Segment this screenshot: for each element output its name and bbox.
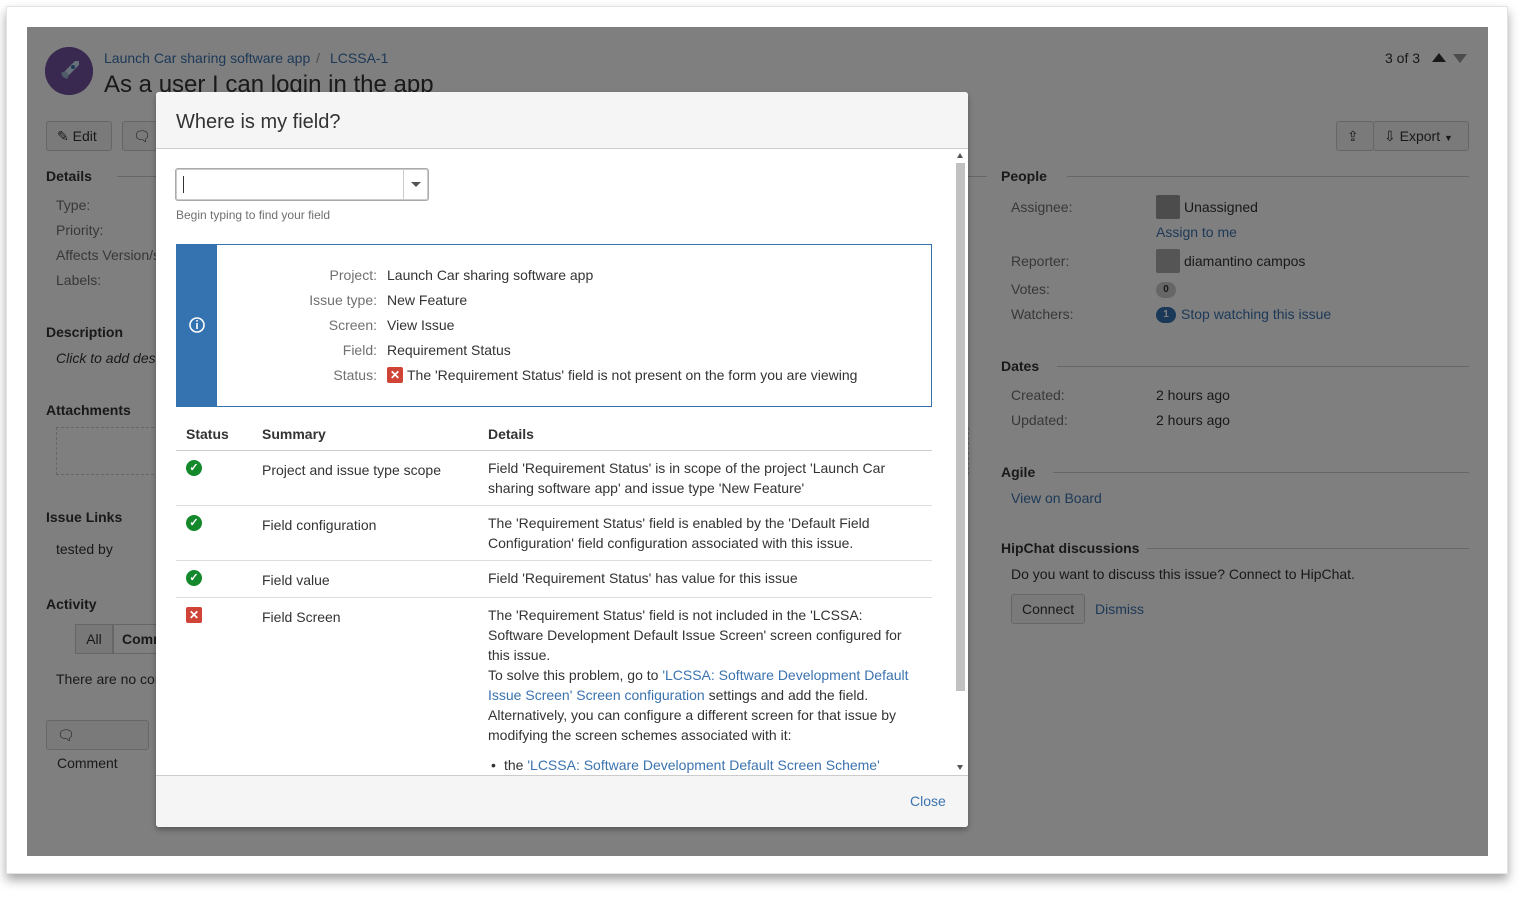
info-field-label: Field:	[342, 342, 377, 358]
dropdown-toggle[interactable]	[403, 170, 427, 199]
where-is-my-field-dialog: Where is my field? Begin typing to find …	[156, 92, 968, 827]
info-issue-type-value: New Feature	[387, 292, 468, 308]
check-circle-icon: ✓	[186, 460, 202, 476]
check-circle-icon: ✓	[186, 570, 202, 586]
row-summary: Field value	[262, 572, 330, 588]
dialog-body: Begin typing to find your field Project:…	[156, 149, 968, 775]
chevron-down-icon	[411, 182, 421, 187]
row-details: The 'Requirement Status' field is enable…	[488, 515, 870, 551]
field-screen-solution-text: To solve this problem, go to 'LCSSA: Sof…	[488, 665, 918, 705]
screenshot-frame: Launch Car sharing software app / LCSSA-…	[6, 6, 1508, 874]
row-details: Field 'Requirement Status' has value for…	[488, 570, 798, 586]
solution-suffix: settings and add the field.	[704, 687, 869, 703]
issue-page: Launch Car sharing software app / LCSSA-…	[27, 27, 1488, 856]
field-search-combobox[interactable]	[176, 169, 428, 200]
screen-scheme-list-item: • the 'LCSSA: Software Development Defau…	[488, 755, 918, 775]
info-status-value: The 'Requirement Status' field is not pr…	[407, 367, 858, 383]
field-screen-problem-text: The 'Requirement Status' field is not in…	[488, 607, 902, 663]
field-search-input[interactable]	[181, 174, 399, 195]
field-info-panel: Project: Launch Car sharing software app…	[176, 244, 932, 407]
field-screen-alternative-text: Alternatively, you can configure a diffe…	[488, 707, 897, 743]
screen-scheme-link[interactable]: 'LCSSA: Software Development Default Scr…	[527, 757, 879, 773]
error-icon: ✕	[387, 367, 403, 383]
row-summary: Field configuration	[262, 517, 377, 533]
bullet: •	[491, 757, 496, 773]
error-icon: ✕	[186, 607, 202, 623]
field-search-hint: Begin typing to find your field	[176, 208, 331, 222]
info-field-value: Requirement Status	[387, 342, 511, 358]
col-header-details: Details	[488, 426, 534, 442]
text-caret	[183, 176, 184, 193]
dialog-footer: Close	[156, 775, 968, 827]
solution-prefix: To solve this problem, go to	[488, 667, 663, 683]
info-project-value: Launch Car sharing software app	[387, 267, 594, 283]
dialog-header: Where is my field?	[156, 92, 968, 149]
dialog-title: Where is my field?	[176, 111, 341, 133]
row-summary: Field Screen	[262, 609, 341, 625]
row-summary: Project and issue type scope	[262, 462, 441, 478]
dialog-scrollbar[interactable]	[955, 151, 966, 773]
info-project-label: Project:	[329, 267, 377, 283]
row-details: The 'Requirement Status' field is not in…	[488, 605, 918, 775]
info-issue-type-label: Issue type:	[309, 292, 377, 308]
scroll-down-icon[interactable]	[957, 765, 963, 770]
scroll-up-icon[interactable]	[957, 153, 963, 158]
info-screen-label: Screen:	[328, 317, 377, 333]
close-button[interactable]: Close	[910, 793, 946, 809]
scroll-thumb[interactable]	[956, 163, 965, 691]
row-details: Field 'Requirement Status' is in scope o…	[488, 460, 886, 496]
col-header-summary: Summary	[262, 426, 326, 442]
col-header-status: Status	[186, 426, 229, 442]
check-circle-icon: ✓	[186, 515, 202, 531]
info-status-label: Status:	[333, 367, 377, 383]
info-screen-value: View Issue	[387, 317, 455, 333]
bullet-prefix: the	[504, 757, 528, 773]
